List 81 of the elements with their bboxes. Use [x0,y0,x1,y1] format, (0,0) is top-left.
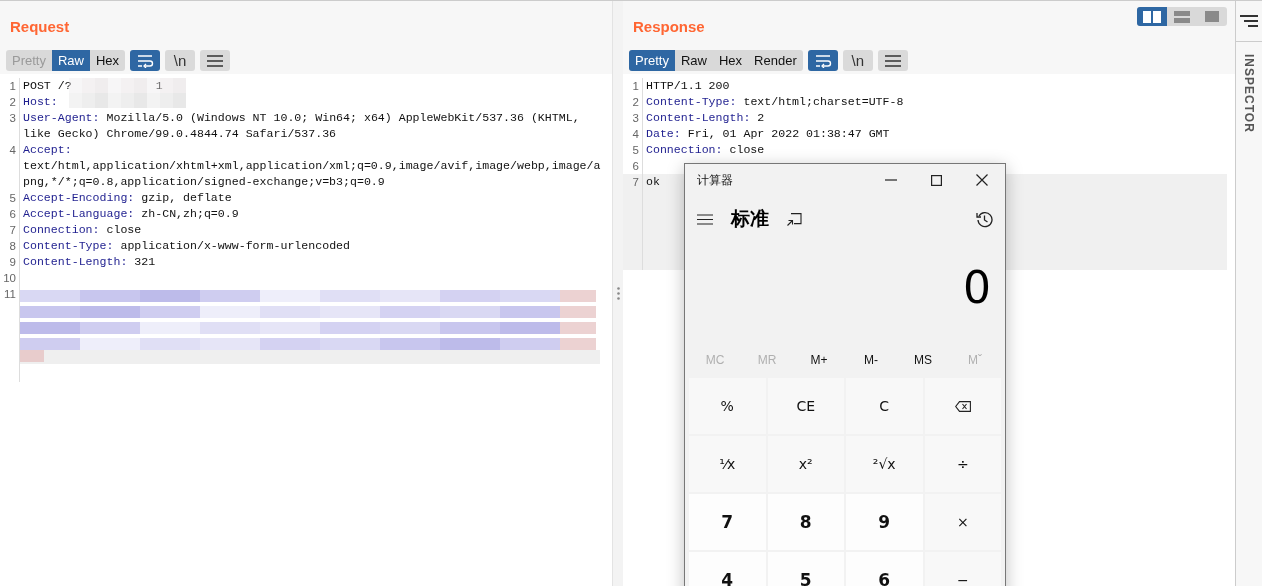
code-line: Host: [23,95,58,108]
operator-button[interactable]: ÷ [924,436,1001,492]
menu-icon[interactable] [1240,15,1258,27]
digit-button[interactable]: 6 [846,552,923,586]
wrap-icon [813,53,832,68]
view-tab[interactable]: Render [748,50,803,71]
keep-on-top-icon[interactable] [787,212,802,226]
code-line: HTTP/1.1 200 [646,79,730,92]
menu-button[interactable] [877,50,908,71]
operator-button[interactable]: % [689,378,766,434]
square-icon [1205,11,1219,22]
line-number: 3 [0,110,20,142]
maximize-icon[interactable] [931,174,942,186]
history-icon[interactable] [976,210,993,228]
line-number: 1 [623,78,643,94]
mode-title: 标准 [731,206,769,231]
digit-button[interactable]: 4 [689,552,766,586]
code-text: 1 [155,79,163,92]
memory-button[interactable]: M- [848,344,894,376]
line-number: 2 [623,94,643,110]
memory-button[interactable]: MS [900,344,946,376]
code-line: User-Agent: Mozilla/5.0 (Windows NT 10.0; Win64; x64) AppleWebKit/537.36 (KHTML, like Gecko) Chrome/99.0.4844.74 Safari/537.36 [23,111,581,140]
view-tab[interactable]: Raw [674,50,713,71]
view-tab[interactable]: Hex [713,50,749,71]
columns-icon [1143,10,1161,23]
view-tab[interactable]: Pretty [629,50,675,71]
menu-button[interactable] [200,50,231,71]
operator-button[interactable]: x² [767,436,844,492]
digit-button[interactable]: 8 [767,494,844,550]
line-number: 3 [623,110,643,126]
line-number: 7 [0,222,20,238]
newline-toggle-button[interactable]: \n [165,50,196,71]
code-line: Content-Length: 321 [23,255,156,268]
digit-button[interactable]: 9 [846,494,923,550]
close-icon[interactable] [976,174,988,186]
operator-button[interactable]: C [846,378,923,434]
line-number: 2 [0,94,20,110]
line-number: 4 [623,126,643,142]
wrap-lines-button[interactable] [807,50,838,71]
code-line: Content-Type: application/x-www-form-urlencoded [23,239,350,252]
wrap-icon [136,53,155,68]
line-number: 6 [0,206,20,222]
memory-button[interactable]: M+ [796,344,842,376]
line-number: 5 [623,142,643,158]
line-number: 7 [623,174,643,270]
code-line: ok [646,175,660,188]
code-line: Content-Type: text/html;charset=UTF-8 [646,95,904,108]
line-number: 10 [0,270,20,286]
wrap-lines-button[interactable] [130,50,161,71]
newline-toggle-button[interactable]: \n [842,50,873,71]
digit-button[interactable]: 7 [689,494,766,550]
drag-handle-icon[interactable] [616,287,620,300]
code-line: Content-Length: 2 [646,111,765,124]
digit-button[interactable]: 5 [767,552,844,586]
code-line: POST /? [23,79,72,92]
code-line: Accept-Encoding: gzip, deflate [23,191,232,204]
line-number: 5 [0,190,20,206]
line-number: 1 [0,78,20,94]
operator-button[interactable]: − [924,552,1001,586]
backspace-icon [954,400,971,412]
inspector-tab[interactable]: INSPECTOR [1242,54,1256,133]
code-line: Connection: close [23,223,142,236]
line-number: 4 [0,142,20,190]
menu-icon[interactable] [697,213,713,225]
display-value: 0 [962,261,992,315]
line-number: 9 [0,254,20,270]
window-title: 计算器 [697,171,733,189]
operator-button[interactable]: CE [767,378,844,434]
line-number: 8 [0,238,20,254]
view-tab[interactable]: Raw [51,50,90,71]
code-line: Date: Fri, 01 Apr 2022 01:38:47 GMT [646,127,890,140]
view-tab[interactable]: Hex [90,50,126,71]
operator-button[interactable]: ²√x [846,436,923,492]
rows-icon [1174,10,1190,23]
code-line: Connection: close [646,143,765,156]
code-line: Accept-Language: zh-CN,zh;q=0.9 [23,207,239,220]
menu-icon [883,53,902,68]
operator-button[interactable]: ⅟x [689,436,766,492]
menu-icon [206,53,225,68]
operator-button[interactable]: × [924,494,1001,550]
layout-button[interactable] [1137,7,1167,26]
